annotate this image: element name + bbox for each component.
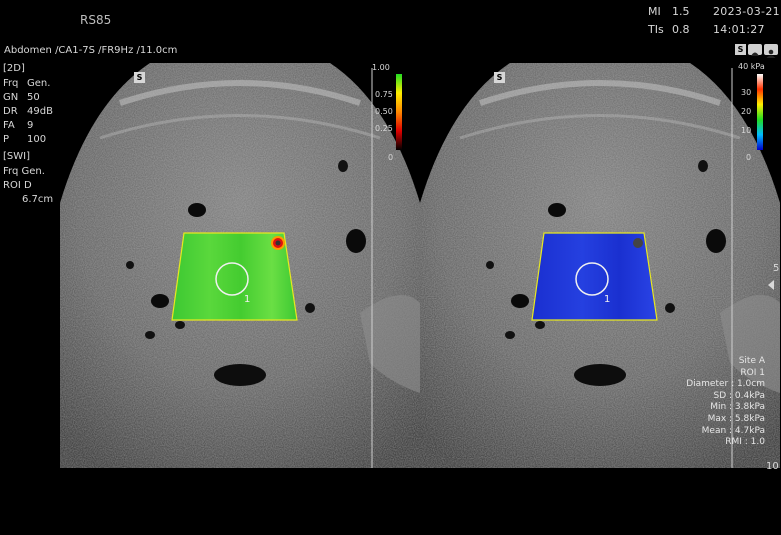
stiff-spot-core: [275, 240, 281, 246]
param-row: DR 49dB: [3, 106, 53, 118]
param-value: Gen.: [27, 78, 51, 89]
vessel: [346, 229, 366, 253]
params-swi-title: [SWI]: [3, 151, 30, 162]
stat-site: Site A: [738, 356, 765, 366]
swi-frq: Frq Gen.: [3, 166, 45, 177]
vessel: [511, 294, 529, 308]
probe-icon[interactable]: [748, 44, 762, 56]
exam-time: 14:01:27: [713, 23, 765, 36]
stat-rmi: RMI : 1.0: [725, 437, 765, 447]
right-roi-label: 1: [604, 294, 610, 305]
depth-mark: 10: [766, 461, 779, 472]
right-scale-label: 20: [741, 107, 752, 116]
vessel: [214, 364, 266, 386]
param-key: DR: [3, 106, 18, 117]
param-value: 9: [27, 120, 34, 131]
left-color-bar: [396, 74, 402, 150]
device-name: RS85: [80, 13, 112, 27]
right-color-bar: [757, 74, 763, 150]
vessel: [698, 160, 708, 172]
vessel: [188, 203, 206, 217]
param-key: P: [3, 134, 10, 145]
left-roi-label: 1: [244, 294, 250, 305]
params-2d-title: [2D]: [3, 63, 25, 74]
param-value: 49dB: [27, 106, 53, 117]
right-scale-unit: 40 kPa: [738, 62, 765, 71]
param-key: FA: [3, 120, 15, 131]
param-value: 50: [27, 92, 40, 103]
right-s-icon[interactable]: S: [494, 72, 505, 83]
s-mode-icon[interactable]: S: [735, 44, 746, 55]
vessel: [175, 321, 185, 329]
stat-mean: Mean : 4.7kPa: [701, 426, 765, 436]
vessel: [151, 294, 169, 308]
vessel: [574, 364, 626, 386]
stat-max: Max : 5.8kPa: [707, 414, 765, 424]
right-scale-label: 0: [746, 153, 752, 162]
vessel: [706, 229, 726, 253]
param-row: GN 50: [3, 92, 40, 104]
vessel: [535, 321, 545, 329]
stat-min: Min : 3.8kPa: [710, 402, 765, 412]
left-scale-label: 1.00: [372, 63, 390, 72]
mi-label: MI: [648, 5, 661, 18]
vessel: [145, 331, 155, 339]
vessel: [305, 303, 315, 313]
mi-value: 1.5: [672, 5, 690, 18]
left-ultrasound-image[interactable]: 1: [60, 63, 420, 468]
left-s-icon[interactable]: S: [134, 72, 145, 83]
left-scale-label: 0: [388, 153, 394, 162]
swi-roi-depth: 6.7cm: [22, 194, 54, 205]
vessel: [548, 203, 566, 217]
right-scale-label: 10: [741, 126, 752, 135]
vessel: [338, 160, 348, 172]
stat-diameter: Diameter : 1.0cm: [686, 379, 765, 389]
vessel: [665, 303, 675, 313]
param-row: Frq Gen.: [3, 78, 50, 90]
preset-info: Abdomen /CA1-7S /FR9Hz /11.0cm: [4, 45, 178, 56]
right-scale-label: 30: [741, 88, 752, 97]
param-key: GN: [3, 92, 19, 103]
vessel-in-roi: [633, 238, 643, 248]
left-scale-label: 0.75: [375, 90, 393, 99]
param-key: Frq: [3, 78, 19, 89]
vessel: [126, 261, 134, 269]
left-scale-label: 0.50: [375, 107, 393, 116]
param-row: FA 9: [3, 120, 33, 132]
tis-label: TIs: [648, 23, 664, 36]
tis-value: 0.8: [672, 23, 690, 36]
focus-marker[interactable]: [768, 280, 774, 290]
patient-icon[interactable]: [764, 44, 778, 58]
left-scale-label: 0.25: [375, 124, 393, 133]
swi-roi: ROI D: [3, 180, 32, 191]
vessel: [486, 261, 494, 269]
param-row: P 100: [3, 134, 46, 146]
param-value: 100: [27, 134, 47, 145]
stat-sd: SD : 0.4kPa: [713, 391, 765, 401]
stat-roi: ROI 1: [740, 368, 765, 378]
vessel: [505, 331, 515, 339]
exam-date: 2023-03-21: [713, 5, 780, 18]
depth-mark: 5: [773, 263, 780, 274]
